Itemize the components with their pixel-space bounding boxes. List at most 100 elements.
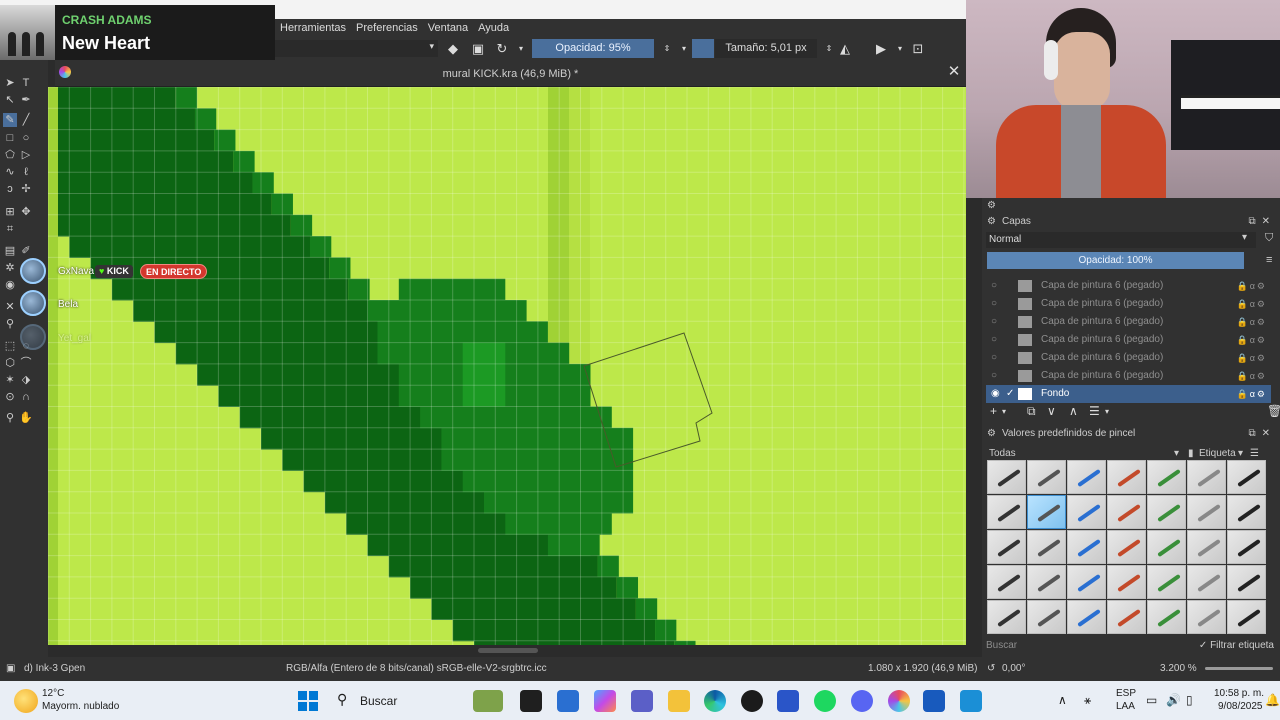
reference-tool-icon[interactable]: ⚲ bbox=[3, 317, 17, 331]
spotify-icon[interactable] bbox=[814, 690, 836, 712]
discord-icon[interactable] bbox=[851, 690, 873, 712]
layer-row[interactable]: ○ Capa de pintura 6 (pegado) 🔒α⚙ bbox=[986, 295, 1271, 313]
magnetic-select-icon[interactable]: ∩ bbox=[19, 390, 33, 404]
weather-icon[interactable] bbox=[14, 689, 38, 713]
photo-app-icon[interactable] bbox=[960, 690, 982, 712]
layer-opacity-slider[interactable]: Opacidad: 100% bbox=[987, 252, 1244, 269]
volume-icon[interactable]: 🔊 bbox=[1166, 693, 1181, 707]
crop-tool-icon[interactable]: ⌗ bbox=[3, 222, 17, 236]
brush-preset[interactable] bbox=[1107, 460, 1146, 494]
brush-tool-icon[interactable]: ✎ bbox=[3, 113, 17, 127]
taskbar-search[interactable]: ⚲ Buscar bbox=[332, 689, 462, 712]
zoom-tool-icon[interactable]: ⚲ bbox=[3, 411, 17, 425]
brush-preset[interactable] bbox=[1107, 600, 1146, 634]
eraser-icon[interactable]: ◆ bbox=[445, 41, 461, 57]
magic-wand-icon[interactable]: ✶ bbox=[3, 373, 17, 387]
fill-tool-icon[interactable]: ◉ bbox=[3, 278, 17, 292]
add-layer-icon[interactable]: + bbox=[990, 404, 997, 418]
menu-icon[interactable]: ≡ bbox=[1266, 254, 1272, 266]
menu-preferences[interactable]: Preferencias bbox=[356, 22, 418, 34]
freehand-select-icon[interactable]: ⌒ bbox=[19, 356, 33, 370]
brush-preset[interactable] bbox=[1147, 565, 1186, 599]
rectangle-tool-icon[interactable]: □ bbox=[3, 131, 17, 145]
ellipse-tool-icon[interactable]: ○ bbox=[19, 131, 33, 145]
weather-temp[interactable]: 12°C bbox=[42, 688, 64, 699]
search-highlight-icon[interactable] bbox=[473, 690, 503, 712]
layer-row[interactable]: ○ Capa de pintura 6 (pegado) 🔒α⚙ bbox=[986, 367, 1271, 385]
clock-date[interactable]: 9/08/2025 bbox=[1218, 701, 1263, 712]
app-icon[interactable] bbox=[741, 690, 763, 712]
brush-preset[interactable] bbox=[1107, 530, 1146, 564]
bezier-tool-icon[interactable]: ∿ bbox=[3, 165, 17, 179]
eye-icon[interactable]: ○ bbox=[991, 313, 1003, 331]
notification-icon[interactable]: 🔔 bbox=[1265, 693, 1280, 707]
chevron-down-icon[interactable]: ▾ bbox=[1002, 407, 1006, 416]
calligraphy-icon[interactable]: ✒ bbox=[19, 93, 33, 107]
lock-icon[interactable]: 🔒α⚙ bbox=[1237, 349, 1267, 367]
spin-arrows-icon[interactable]: ⇕ bbox=[821, 41, 837, 57]
panel-controls[interactable]: ⧉✕ bbox=[1248, 214, 1276, 230]
brush-preset[interactable] bbox=[1147, 495, 1186, 529]
eye-icon[interactable]: ○ bbox=[991, 367, 1003, 385]
task-view-icon[interactable] bbox=[520, 690, 542, 712]
properties-icon[interactable]: ☰ bbox=[1089, 404, 1100, 418]
horizontal-scrollbar[interactable] bbox=[48, 645, 966, 657]
transform-tool-icon[interactable]: ⊞ bbox=[3, 205, 17, 219]
polygon-select-icon[interactable]: ⬡ bbox=[3, 356, 17, 370]
spin-arrows-icon[interactable]: ⇕ bbox=[659, 41, 675, 57]
brush-preset[interactable] bbox=[1067, 495, 1106, 529]
clock-time[interactable]: 10:58 p. m. bbox=[1214, 688, 1264, 699]
brush-preset[interactable] bbox=[987, 600, 1026, 634]
chevron-down-icon[interactable]: ▾ bbox=[1242, 232, 1247, 243]
duplicate-layer-icon[interactable]: ⧉ bbox=[1027, 404, 1036, 419]
krita-icon[interactable] bbox=[888, 690, 910, 712]
edit-shapes-icon[interactable]: ↖ bbox=[3, 93, 17, 107]
rect-select-icon[interactable]: ⬚ bbox=[3, 339, 17, 353]
move-tool-icon[interactable]: ✥ bbox=[19, 205, 33, 219]
preset-search-input[interactable]: Buscar bbox=[986, 640, 1186, 654]
chevron-down-icon[interactable]: ▾ bbox=[892, 41, 908, 57]
menu-help[interactable]: Ayuda bbox=[478, 22, 509, 34]
rotate-icon[interactable]: ↺ bbox=[987, 663, 995, 674]
eye-icon[interactable]: ◉ bbox=[991, 385, 1003, 403]
brush-preset[interactable] bbox=[1027, 495, 1066, 529]
brush-preset[interactable] bbox=[1067, 565, 1106, 599]
keyboard-layout[interactable]: LAA bbox=[1116, 701, 1135, 712]
pan-tool-icon[interactable]: ✋ bbox=[19, 411, 33, 425]
select-shapes-icon[interactable]: ➤ bbox=[3, 76, 17, 90]
close-icon[interactable]: ✕ bbox=[946, 64, 962, 80]
chevron-down-icon[interactable]: ▾ bbox=[1105, 407, 1109, 416]
brush-preset[interactable] bbox=[1187, 460, 1226, 494]
brush-preset[interactable] bbox=[1067, 460, 1106, 494]
brush-preset[interactable] bbox=[1027, 565, 1066, 599]
move-down-icon[interactable]: ∨ bbox=[1047, 404, 1056, 418]
pixel-canvas[interactable] bbox=[48, 87, 966, 645]
smart-patch-icon[interactable]: ✲ bbox=[3, 261, 17, 275]
canvas-area[interactable] bbox=[48, 87, 966, 645]
move-up-icon[interactable]: ∧ bbox=[1069, 404, 1078, 418]
network-icon[interactable]: ▭ bbox=[1146, 693, 1157, 707]
chevron-up-icon[interactable]: ∧ bbox=[1058, 693, 1067, 707]
layer-row[interactable]: ○ Capa de pintura 6 (pegado) 🔒α⚙ bbox=[986, 349, 1271, 367]
brush-preset[interactable] bbox=[987, 565, 1026, 599]
similar-select-icon[interactable]: ⬗ bbox=[19, 373, 33, 387]
settings-icon[interactable]: ⚙ bbox=[987, 200, 996, 211]
brush-preset[interactable] bbox=[1027, 460, 1066, 494]
layer-row[interactable]: ○ Capa de pintura 6 (pegado) 🔒α⚙ bbox=[986, 313, 1271, 331]
brush-preset[interactable] bbox=[1187, 565, 1226, 599]
eye-icon[interactable]: ○ bbox=[991, 331, 1003, 349]
brush-preset[interactable] bbox=[1227, 530, 1266, 564]
opacity-slider[interactable]: Opacidad: 95% bbox=[532, 39, 654, 58]
polygon-tool-icon[interactable]: ⬠ bbox=[3, 148, 17, 162]
mirror-vertical-icon[interactable]: ▶ bbox=[873, 41, 889, 57]
brush-preset[interactable] bbox=[1187, 600, 1226, 634]
lock-icon[interactable]: 🔒α⚙ bbox=[1237, 331, 1267, 349]
filter-tag-checkbox[interactable]: ✓ Filtrar etiqueta bbox=[1199, 640, 1274, 654]
eye-icon[interactable]: ○ bbox=[991, 277, 1003, 295]
color-picker-icon[interactable]: ✐ bbox=[19, 244, 33, 258]
brush-preset[interactable] bbox=[987, 460, 1026, 494]
drawing-app-icon[interactable] bbox=[777, 690, 799, 712]
blend-mode-dropdown[interactable]: ▾ bbox=[275, 40, 438, 57]
brush-preset[interactable] bbox=[987, 495, 1026, 529]
crop-icon[interactable]: ⊡ bbox=[910, 41, 926, 57]
